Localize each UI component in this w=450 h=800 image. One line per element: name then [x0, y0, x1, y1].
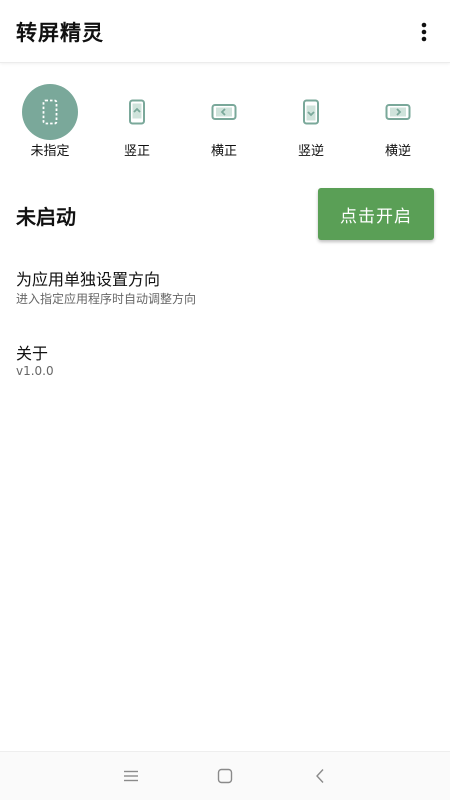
mode-label: 竖正	[123, 144, 150, 159]
home-icon	[217, 768, 233, 784]
nav-home-button[interactable]	[209, 760, 241, 792]
service-status-row: 未启动 点击开启	[0, 188, 450, 242]
portrait-reverse-icon	[303, 99, 319, 125]
mode-landscape-reverse-circle	[370, 84, 426, 140]
app-root: 转屏精灵 未指定 竖正 横正 竖逆 横逆 未启动 点击开启 为应用单独设置方向 …	[0, 0, 450, 800]
setting-title: 为应用单独设置方向	[16, 270, 161, 289]
service-status-text: 未启动	[16, 205, 76, 229]
mode-label: 横正	[210, 144, 237, 159]
mode-portrait-reverse[interactable]: 竖逆	[271, 82, 351, 162]
mode-landscape-reverse[interactable]: 横逆	[358, 82, 438, 162]
more-options-button[interactable]	[406, 14, 442, 50]
about-setting[interactable]: 关于 v1.0.0	[0, 340, 450, 390]
about-title: 关于	[16, 344, 49, 363]
mode-unspecified-circle	[22, 84, 78, 140]
more-vert-icon	[421, 22, 427, 42]
app-version: v1.0.0	[16, 364, 54, 378]
landscape-icon	[211, 104, 237, 120]
start-service-button[interactable]: 点击开启	[318, 188, 434, 240]
back-icon	[316, 769, 324, 783]
mode-label: 未指定	[30, 144, 70, 159]
mode-unspecified[interactable]: 未指定	[10, 82, 90, 162]
rect-dashed-icon	[42, 99, 58, 125]
system-nav-bar	[0, 751, 450, 800]
landscape-reverse-icon	[385, 104, 411, 120]
nav-menu-button[interactable]	[115, 760, 147, 792]
setting-subtitle: 进入指定应用程序时自动调整方向	[16, 292, 197, 306]
menu-icon	[124, 770, 138, 782]
nav-back-button[interactable]	[304, 760, 336, 792]
portrait-icon	[129, 99, 145, 125]
app-bar: 转屏精灵	[0, 0, 450, 63]
mode-landscape[interactable]: 横正	[184, 82, 264, 162]
per-app-orientation-setting[interactable]: 为应用单独设置方向 进入指定应用程序时自动调整方向	[0, 266, 450, 316]
app-title: 转屏精灵	[16, 21, 104, 45]
mode-landscape-circle	[196, 84, 252, 140]
mode-label: 竖逆	[297, 144, 324, 159]
mode-portrait-reverse-circle	[283, 84, 339, 140]
mode-label: 横逆	[384, 144, 411, 159]
orientation-modes: 未指定 竖正 横正 竖逆 横逆	[0, 82, 450, 162]
mode-portrait-circle	[109, 84, 165, 140]
mode-portrait[interactable]: 竖正	[97, 82, 177, 162]
